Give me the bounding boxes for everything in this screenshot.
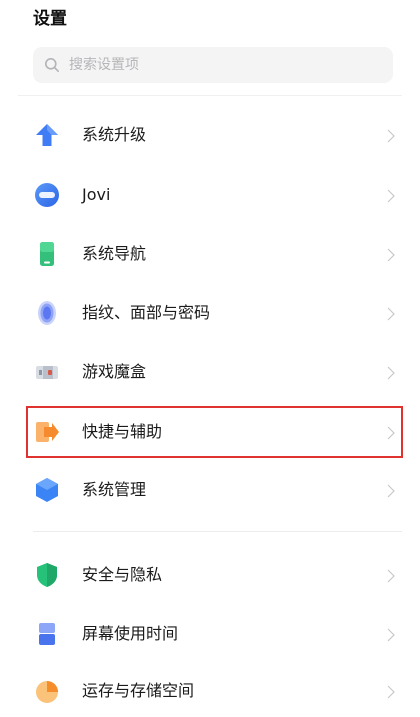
setting-item-security-privacy[interactable]: 安全与隐私 (26, 549, 403, 601)
setting-item-game-box[interactable]: 游戏魔盒 (26, 346, 403, 398)
setting-item-label: 系统导航 (82, 244, 147, 263)
chevron-right-icon (387, 425, 395, 440)
setting-item-screen-time[interactable]: 屏幕使用时间 (26, 608, 403, 660)
shield-icon (34, 562, 60, 588)
search-icon (44, 57, 60, 73)
header-divider (18, 95, 402, 96)
setting-item-shortcuts-accessibility[interactable]: 快捷与辅助 (26, 406, 403, 458)
group-divider (33, 531, 402, 532)
setting-item-label: 系统升级 (82, 125, 147, 144)
setting-item-system-navigation[interactable]: 系统导航 (26, 228, 403, 280)
storage-pie-icon (34, 678, 60, 704)
setting-item-label: 快捷与辅助 (82, 422, 163, 441)
jovi-icon (34, 182, 60, 208)
chevron-right-icon (387, 306, 395, 321)
chevron-right-icon (387, 627, 395, 642)
chevron-right-icon (387, 483, 395, 498)
setting-item-label: Jovi (82, 185, 111, 204)
game-box-icon (34, 359, 60, 385)
search-placeholder: 搜索设置项 (69, 57, 139, 73)
hourglass-icon (34, 621, 60, 647)
shortcut-icon (34, 419, 60, 445)
setting-item-label: 安全与隐私 (82, 565, 163, 584)
chevron-right-icon (387, 128, 395, 143)
setting-item-jovi[interactable]: Jovi (26, 169, 403, 221)
chevron-right-icon (387, 247, 395, 262)
page-title: 设置 (33, 9, 67, 29)
chevron-right-icon (387, 188, 395, 203)
setting-item-fingerprint-face-password[interactable]: 指纹、面部与密码 (26, 287, 403, 339)
setting-item-memory-storage[interactable]: 运存与存储空间 (26, 665, 403, 717)
setting-item-system-management[interactable]: 系统管理 (26, 464, 403, 516)
upgrade-arrow-icon (34, 122, 60, 148)
setting-item-label: 指纹、面部与密码 (82, 303, 211, 322)
setting-item-system-upgrade[interactable]: 系统升级 (26, 109, 403, 161)
setting-item-label: 运存与存储空间 (82, 681, 195, 700)
setting-item-label: 屏幕使用时间 (82, 624, 179, 643)
chevron-right-icon (387, 365, 395, 380)
setting-item-label: 系统管理 (82, 480, 147, 499)
chevron-right-icon (387, 684, 395, 699)
chevron-right-icon (387, 568, 395, 583)
system-management-icon (34, 477, 60, 503)
search-input[interactable]: 搜索设置项 (33, 47, 393, 83)
navigation-phone-icon (34, 241, 60, 267)
fingerprint-icon (34, 300, 60, 326)
setting-item-label: 游戏魔盒 (82, 362, 147, 381)
